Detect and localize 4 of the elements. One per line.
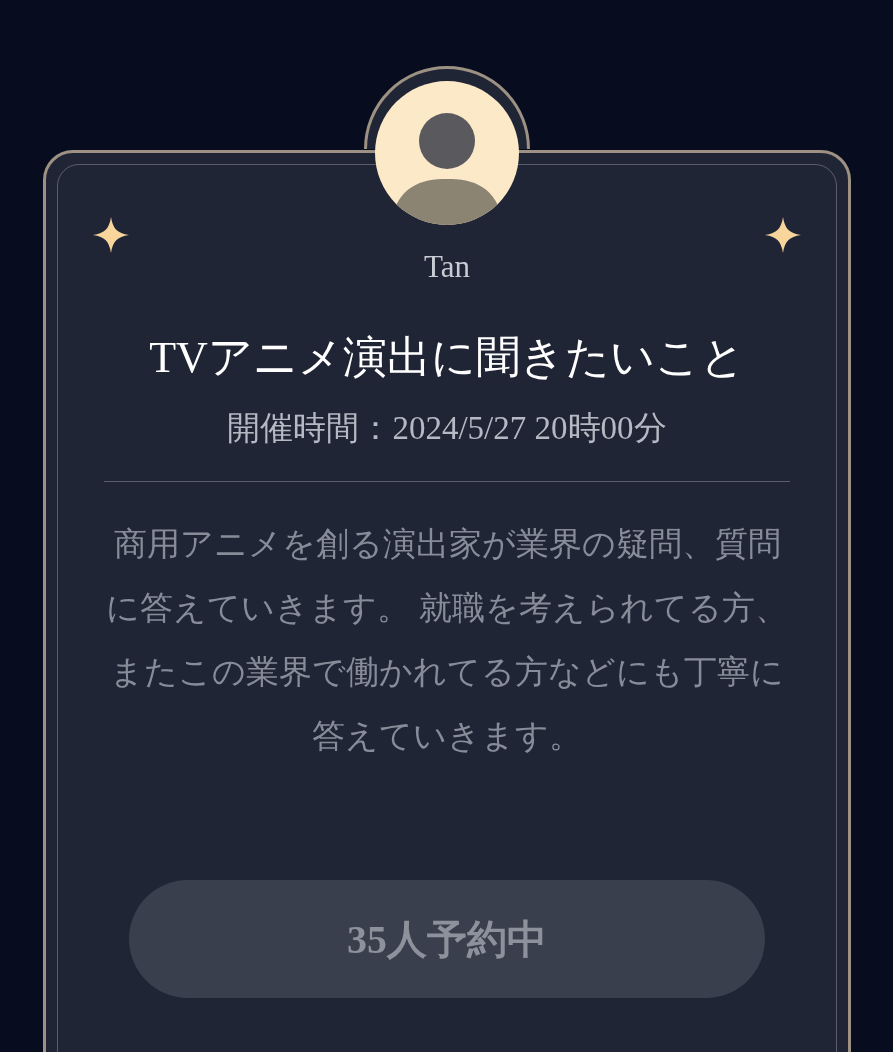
event-description: 商用アニメを創る演出家が業界の疑問、質問に答えていきます。 就職を考えられてる方、またこの業界で働かれてる方などにも丁寧に答えていきます。 [105, 525, 789, 757]
event-title: TVアニメ演出に聞きたいこと [149, 334, 745, 383]
event-schedule: 開催時間：2024/5/27 20時00分 [227, 409, 667, 449]
host-name: Tan [424, 251, 470, 282]
